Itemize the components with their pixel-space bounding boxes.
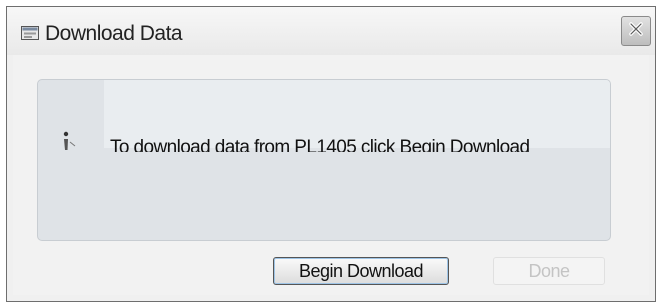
instruction-message: To download data from PL1405 click Begin… — [110, 137, 530, 152]
message-panel: To download data from PL1405 click Begin… — [37, 79, 611, 241]
info-icon — [56, 130, 78, 156]
window-title: Download Data — [45, 22, 183, 45]
title-bar[interactable]: Download Data — [7, 7, 655, 55]
close-button[interactable] — [621, 16, 651, 46]
done-button[interactable]: Done — [493, 257, 605, 285]
begin-download-button[interactable]: Begin Download — [273, 257, 449, 285]
close-icon — [628, 21, 644, 42]
download-data-dialog: Download Data To download data from PL14… — [6, 6, 656, 302]
dialog-body: To download data from PL1405 click Begin… — [13, 55, 649, 295]
download-window-icon — [21, 26, 39, 40]
